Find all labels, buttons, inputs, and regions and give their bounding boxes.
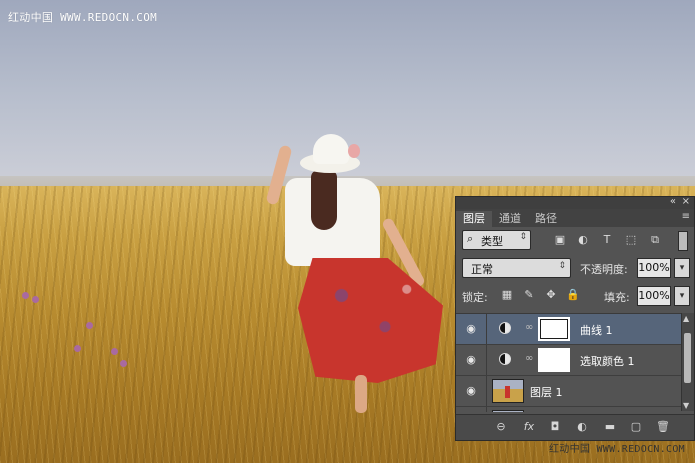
layer-mask-thumbnail[interactable] — [538, 348, 570, 372]
tab-channels[interactable]: 通道 — [492, 211, 528, 227]
wildflower — [120, 360, 127, 367]
layer-row-selective-color[interactable]: ◉ ∞ 选取颜色 1 — [456, 345, 682, 376]
scroll-up-icon[interactable]: ▲ — [683, 314, 689, 323]
sun-hat-crown — [313, 134, 349, 164]
fill-input[interactable]: 100% — [637, 286, 671, 306]
fill-label: 填充: — [604, 291, 630, 304]
selective-color-adjustment-icon — [499, 353, 511, 365]
layer-thumbnail[interactable] — [492, 410, 524, 412]
lock-position-icon[interactable]: ✥ — [544, 288, 558, 302]
eye-icon[interactable]: ◉ — [464, 384, 478, 398]
blend-row: 正常 ⇕ 不透明度: 100% ▾ — [456, 255, 694, 283]
leg — [355, 375, 367, 413]
collapse-panel-icon[interactable]: « — [670, 197, 676, 207]
adjustment-filter-icon[interactable]: ◐ — [575, 232, 591, 248]
select-caret-icon: ⇕ — [519, 232, 527, 242]
wildflower — [111, 348, 118, 355]
layers-scrollbar[interactable]: ▲ ▼ — [681, 313, 694, 411]
layer-filter-row: ⌕ 类型 ⇕ ▣ ◐ T ⬚ ⧉ — [456, 227, 694, 255]
wildflower — [22, 292, 29, 299]
wildflower — [74, 345, 81, 352]
thumbnail-figure — [505, 386, 510, 398]
watermark-top: 红动中国 WWW.REDOCN.COM — [8, 11, 158, 24]
woman-figure — [255, 120, 455, 420]
lock-image-icon[interactable]: ✎ — [522, 288, 536, 302]
close-panel-icon[interactable]: × — [682, 197, 690, 207]
lock-transparent-icon[interactable]: ▦ — [500, 288, 514, 302]
layers-panel: « × 图层 通道 路径 ≡ ⌕ 类型 ⇕ ▣ ◐ T ⬚ ⧉ 正常 ⇕ 不透明… — [455, 196, 695, 441]
filter-kind-value: 类型 — [481, 235, 503, 248]
layer-thumbnail[interactable] — [492, 379, 524, 403]
blend-mode-select[interactable]: 正常 ⇕ — [462, 258, 571, 278]
lock-row: 锁定: ▦ ✎ ✥ 🔒 填充: 100% ▾ — [456, 283, 694, 311]
tab-layers[interactable]: 图层 — [456, 211, 492, 227]
image-filter-icon[interactable]: ▣ — [552, 232, 568, 248]
divider — [486, 407, 487, 412]
link-chain-icon[interactable]: ∞ — [525, 322, 533, 333]
lock-label: 锁定: — [462, 291, 488, 304]
fill-dropdown-icon[interactable]: ▾ — [674, 286, 690, 306]
add-mask-icon[interactable]: ◘ — [546, 420, 564, 434]
layer-row-background[interactable]: ◉ 背景 — [456, 407, 682, 412]
opacity-input[interactable]: 100% — [637, 258, 671, 278]
search-icon: ⌕ — [467, 232, 474, 245]
hair — [311, 170, 337, 230]
curves-adjustment-icon — [499, 322, 511, 334]
eye-icon[interactable]: ◉ — [464, 353, 478, 367]
scrollbar-thumb[interactable] — [684, 333, 691, 383]
filter-toggle[interactable] — [678, 231, 688, 251]
hat-flower-bow — [348, 144, 360, 158]
new-layer-icon[interactable]: ▢ — [627, 420, 645, 434]
filter-kind-select[interactable]: ⌕ 类型 ⇕ — [462, 230, 531, 250]
lock-all-icon[interactable]: 🔒 — [566, 288, 580, 302]
panel-title-bar: « × — [456, 197, 694, 209]
layers-bottom-toolbar: ⊖ fx ◘ ◐ ▬ ▢ 🗑 — [456, 414, 694, 440]
watermark-bottom: 红动中国 WWW.REDOCN.COM — [548, 444, 685, 455]
layer-row-curves[interactable]: ◉ ∞ 曲线 1 — [456, 314, 682, 345]
layer-mask-thumbnail[interactable] — [538, 317, 570, 341]
opacity-dropdown-icon[interactable]: ▾ — [674, 258, 690, 278]
select-caret-icon: ⇕ — [558, 261, 566, 271]
divider — [486, 345, 487, 375]
layer-name: 选取颜色 1 — [580, 355, 635, 368]
link-layers-icon[interactable]: ⊖ — [492, 420, 510, 434]
tab-paths[interactable]: 路径 — [528, 211, 564, 227]
wildflower — [32, 296, 39, 303]
layer-name: 曲线 1 — [580, 324, 613, 337]
opacity-label: 不透明度: — [580, 263, 628, 276]
scroll-down-icon[interactable]: ▼ — [683, 401, 689, 410]
wildflower — [86, 322, 93, 329]
divider — [486, 314, 487, 344]
panel-menu-icon[interactable]: ≡ — [682, 211, 690, 222]
layers-list: ◉ ∞ 曲线 1 ◉ ∞ 选取颜色 1 ◉ 图层 1 ◉ 背景 — [456, 313, 682, 412]
layer-name: 图层 1 — [530, 386, 563, 399]
eye-icon[interactable]: ◉ — [464, 322, 478, 336]
shape-filter-icon[interactable]: ⬚ — [623, 232, 639, 248]
new-adjustment-layer-icon[interactable]: ◐ — [573, 420, 591, 434]
add-layer-style-icon[interactable]: fx — [520, 420, 538, 434]
type-filter-icon[interactable]: T — [599, 232, 615, 248]
layer-row-layer-1[interactable]: ◉ 图层 1 — [456, 376, 682, 407]
smart-object-filter-icon[interactable]: ⧉ — [647, 232, 663, 248]
delete-layer-icon[interactable]: 🗑 — [654, 420, 672, 434]
new-group-icon[interactable]: ▬ — [601, 420, 619, 434]
divider — [486, 376, 487, 406]
panel-tabs: 图层 通道 路径 ≡ — [456, 209, 694, 227]
blend-mode-value: 正常 — [471, 263, 493, 276]
link-chain-icon[interactable]: ∞ — [525, 353, 533, 364]
